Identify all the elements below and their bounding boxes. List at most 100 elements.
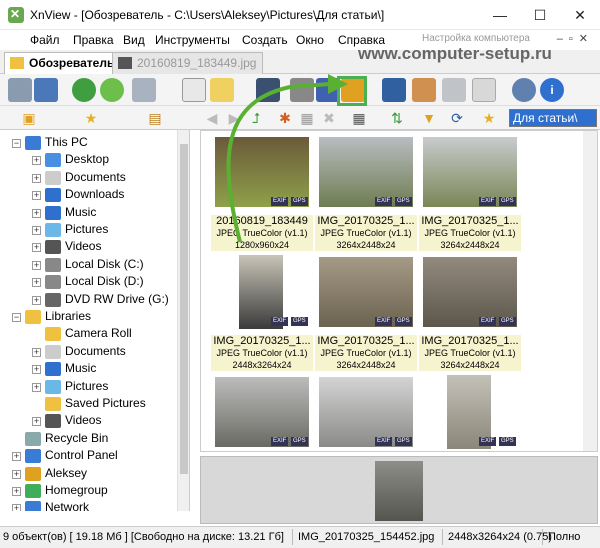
- tree-scroll-thumb[interactable]: [180, 144, 188, 474]
- tree-item-label: Local Disk (C:): [65, 256, 144, 271]
- tab-browser[interactable]: Обозреватель: [4, 52, 122, 74]
- expand-toggle-icon[interactable]: +: [32, 208, 41, 218]
- highlight-box: [337, 76, 367, 106]
- expand-toggle-icon[interactable]: +: [32, 191, 41, 201]
- filter-icon[interactable]: ▼: [420, 109, 438, 127]
- main-toolbar: i: [0, 74, 600, 106]
- thumbnail-item[interactable]: EXIF GPS IMG_20170325_1... JPEG TrueColor (…: [419, 137, 521, 253]
- exif-badge: EXIF: [479, 197, 497, 206]
- downloads-icon: [45, 188, 61, 203]
- folder-select[interactable]: Для статьи\: [509, 109, 597, 127]
- network-icon: [25, 501, 41, 511]
- expand-toggle-icon[interactable]: +: [12, 452, 21, 462]
- videos-icon: [45, 414, 61, 429]
- expand-toggle-icon[interactable]: +: [32, 347, 41, 357]
- thumbnail-item[interactable]: EXIF GPS 20160819_183449 JPEG TrueColor (v1…: [211, 137, 313, 253]
- forward-icon[interactable]: ▶: [225, 109, 243, 127]
- documents-icon: [45, 170, 61, 185]
- videos-icon: [45, 240, 61, 255]
- expand-toggle-icon[interactable]: +: [12, 469, 21, 479]
- fullscreen-button[interactable]: [34, 78, 58, 102]
- scan-button[interactable]: [8, 78, 32, 102]
- tree-item-label: Camera Roll: [65, 326, 132, 341]
- find-button[interactable]: [256, 78, 280, 102]
- expand-toggle-icon[interactable]: +: [32, 382, 41, 392]
- delete-icon[interactable]: ✖: [320, 109, 338, 127]
- xnview-logo-icon: [8, 7, 24, 23]
- computer-icon: [25, 136, 41, 150]
- secondary-toolbar: ▣ ★ ▤ ◀ ▶ ⮥ ✱ ▦ ✖ ▦ ⇅ ▼ ⟳ ★ Для статьи\: [0, 106, 600, 130]
- expand-toggle-icon[interactable]: +: [32, 243, 41, 253]
- divider: [292, 529, 293, 545]
- tree-scrollbar[interactable]: [177, 130, 189, 511]
- open-button[interactable]: [182, 78, 206, 102]
- expand-toggle-icon[interactable]: +: [32, 156, 41, 166]
- reload-button[interactable]: [100, 78, 124, 102]
- gps-badge: GPS: [499, 317, 516, 326]
- tree-item-label: Homegroup: [45, 483, 108, 497]
- watermark-site: www.computer-setup.ru: [358, 44, 552, 63]
- back-icon[interactable]: ◀: [203, 109, 221, 127]
- tree-item-label: Music: [65, 204, 97, 219]
- mdi-controls[interactable]: –▫✕: [557, 32, 594, 45]
- copy-button[interactable]: [210, 78, 234, 102]
- thumbnail-format: JPEG TrueColor (v1.1): [320, 228, 412, 238]
- menu-file[interactable]: Файл: [30, 33, 60, 47]
- menu-window[interactable]: Окно: [296, 33, 324, 47]
- rating-icon[interactable]: ★: [480, 109, 498, 127]
- thumbnail-item[interactable]: EXIF GPS IMG_20170325_1... JPEG TrueColor (…: [419, 257, 521, 373]
- expand-toggle-icon[interactable]: +: [12, 487, 21, 496]
- expand-toggle-icon[interactable]: +: [32, 365, 41, 375]
- exif-badge: EXIF: [271, 197, 289, 206]
- tab-image[interactable]: 20160819_183449.jpg: [112, 52, 264, 74]
- expand-toggle-icon[interactable]: +: [32, 173, 41, 183]
- gps-badge: GPS: [291, 437, 308, 446]
- expand-toggle-icon[interactable]: +: [32, 226, 41, 235]
- close-button[interactable]: ✕: [560, 0, 600, 30]
- status-file: IMG_20170325_154452.jpg: [298, 531, 435, 543]
- menu-tools[interactable]: Инструменты: [155, 33, 230, 47]
- expand-toggle-icon[interactable]: −: [12, 139, 21, 148]
- expand-toggle-icon[interactable]: +: [32, 278, 41, 288]
- new-folder-icon[interactable]: ✱: [276, 109, 294, 127]
- info-button[interactable]: i: [540, 78, 564, 102]
- wallpaper-button[interactable]: [412, 78, 436, 102]
- print-button[interactable]: [290, 78, 314, 102]
- maximize-button[interactable]: ☐: [520, 0, 560, 30]
- sync-icon[interactable]: ⟳: [448, 109, 466, 127]
- up-icon[interactable]: ⮥: [247, 109, 265, 127]
- menu-edit[interactable]: Правка: [73, 33, 114, 47]
- thumbnail-item[interactable]: EXIF GPS IMG_20170325_1... JPEG TrueColor (…: [315, 257, 417, 373]
- thumb-scrollbar[interactable]: [583, 131, 597, 451]
- camera-button[interactable]: [382, 78, 406, 102]
- refresh-button[interactable]: [72, 78, 96, 102]
- tree-item-label: Videos: [65, 413, 102, 428]
- gps-badge: GPS: [291, 197, 308, 206]
- thumbnail-dimensions: 1280x960x24: [234, 240, 290, 250]
- expand-toggle-icon[interactable]: +: [32, 260, 41, 270]
- view-mode-icon[interactable]: ▦: [350, 109, 368, 127]
- expand-toggle-icon[interactable]: +: [12, 504, 21, 511]
- thumbnail-item[interactable]: EXIF GPS IMG_20170325_1... JPEG TrueColor (…: [315, 137, 417, 253]
- paste-icon[interactable]: ▦: [298, 109, 316, 127]
- sort-icon[interactable]: ⇅: [388, 109, 406, 127]
- minimize-button[interactable]: —: [480, 0, 520, 30]
- favorites-tab-icon[interactable]: ★: [82, 109, 100, 127]
- categories-tab-icon[interactable]: ▤: [146, 109, 164, 127]
- folder-icon: [45, 397, 61, 411]
- settings-button[interactable]: [512, 78, 536, 102]
- gps-badge: GPS: [499, 437, 516, 446]
- expand-toggle-icon[interactable]: +: [32, 295, 41, 305]
- folders-tab-icon[interactable]: ▣: [20, 109, 38, 127]
- menu-view[interactable]: Вид: [123, 33, 145, 47]
- grid-button[interactable]: [472, 78, 496, 102]
- expand-toggle-icon[interactable]: −: [12, 313, 21, 322]
- print-list-button[interactable]: [132, 78, 156, 102]
- tree-item-label: Network: [45, 500, 90, 511]
- gps-badge: GPS: [395, 317, 412, 326]
- menu-create[interactable]: Создать: [242, 33, 288, 47]
- expand-toggle-icon[interactable]: +: [32, 417, 41, 427]
- capture-button[interactable]: [442, 78, 466, 102]
- tree-item-label: Videos: [65, 239, 102, 254]
- thumbnail-item[interactable]: EXIF GPS IMG_20170325_1... JPEG TrueColor (…: [211, 255, 313, 373]
